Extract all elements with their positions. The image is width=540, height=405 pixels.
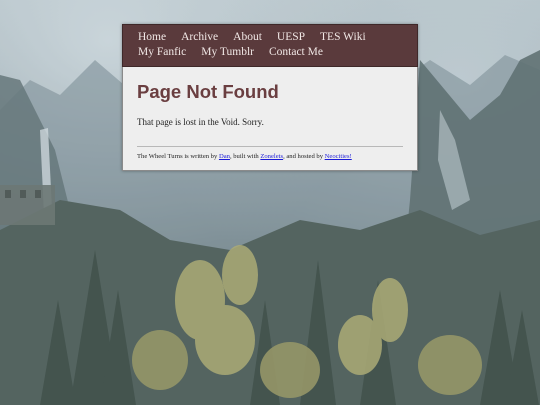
zonelets-link[interactable]: Zonelets [260,153,283,160]
footer-divider [137,146,403,147]
footer-text-built-with: , built with [229,153,261,160]
nav-link-home[interactable]: Home [138,30,166,45]
nav-link-archive[interactable]: Archive [181,30,218,45]
nav-link-about[interactable]: About [233,30,262,45]
footer-text-hosted-by: , and hosted by [283,153,325,160]
main-content: Page Not Found That page is lost in the … [122,67,418,171]
main-navigation: Home Archive About UESP TES Wiki My Fanf… [122,24,418,67]
nav-link-my-fanfic[interactable]: My Fanfic [138,45,186,60]
site-container: Home Archive About UESP TES Wiki My Fanf… [122,24,418,171]
footer-text-written-by: The Wheel Turns is written by [137,153,219,160]
nav-link-tes-wiki[interactable]: TES Wiki [320,30,366,45]
nav-row-1: Home Archive About UESP TES Wiki [138,30,407,45]
nav-link-uesp[interactable]: UESP [277,30,305,45]
author-link[interactable]: Dan [219,153,230,160]
site-footer: The Wheel Turns is written by Dan, built… [137,153,403,160]
nav-link-contact-me[interactable]: Contact Me [269,45,323,60]
neocities-link[interactable]: Neocities! [325,153,352,160]
page-title: Page Not Found [137,81,279,102]
error-message: That page is lost in the Void. Sorry. [137,117,264,127]
nav-link-my-tumblr[interactable]: My Tumblr [201,45,254,60]
nav-row-2: My Fanfic My Tumblr Contact Me [138,45,407,60]
